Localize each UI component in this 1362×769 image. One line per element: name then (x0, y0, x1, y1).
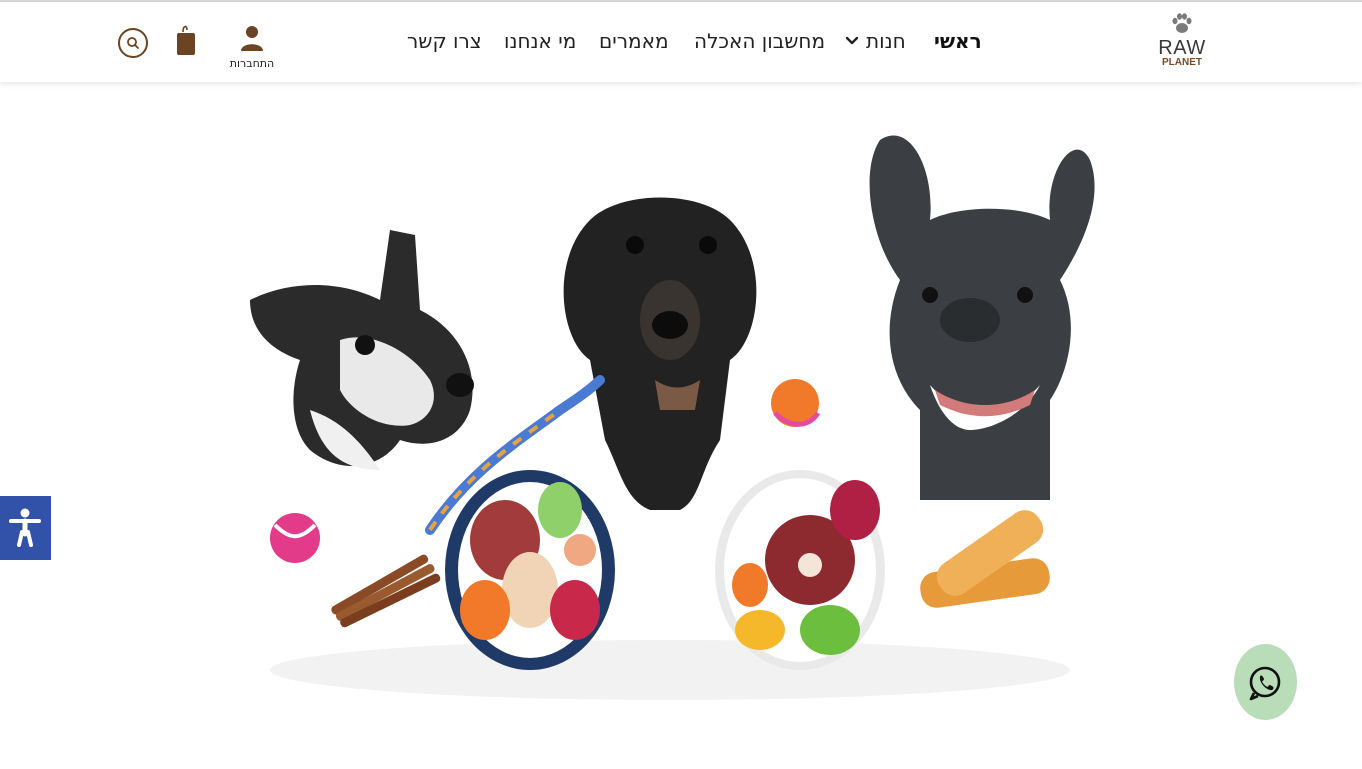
whatsapp-button[interactable] (1234, 644, 1297, 720)
trachea-chews (920, 510, 1050, 608)
shopping-bag-icon[interactable] (174, 22, 198, 58)
left-dog (250, 230, 474, 470)
chevron-down-icon[interactable] (845, 34, 859, 48)
nav-articles[interactable]: מאמרים (599, 28, 669, 54)
search-icon[interactable] (118, 28, 148, 58)
hero-image (250, 135, 1095, 700)
accessibility-icon (9, 508, 41, 547)
logo-planet: PLANET (1162, 57, 1202, 68)
nav-feeding-calculator[interactable]: מחשבון האכלה (694, 28, 825, 54)
paw-icon (1172, 13, 1192, 33)
chew-sticks (331, 554, 441, 628)
logo[interactable]: RAW PLANET (1156, 12, 1208, 74)
right-dog (869, 135, 1095, 501)
food-bowl-left (445, 470, 615, 670)
nav-home[interactable]: ראשי (934, 28, 982, 54)
nav-contact[interactable]: צרו קשר (407, 28, 482, 54)
food-bowl-right (715, 470, 885, 670)
nav-shop[interactable]: חנות (866, 28, 906, 54)
whatsapp-icon (1249, 666, 1281, 701)
logo-raw: RAW (1158, 37, 1206, 59)
nav-about[interactable]: מי אנחנו (504, 28, 576, 54)
site-header: RAW PLANET ראשי חנות מחשבון האכלה מאמרים… (0, 2, 1362, 82)
user-icon[interactable] (240, 24, 264, 52)
middle-dog (563, 197, 757, 510)
accessibility-button[interactable] (0, 496, 51, 560)
login-label[interactable]: התחברות (226, 57, 278, 70)
search-glyph (127, 37, 139, 49)
